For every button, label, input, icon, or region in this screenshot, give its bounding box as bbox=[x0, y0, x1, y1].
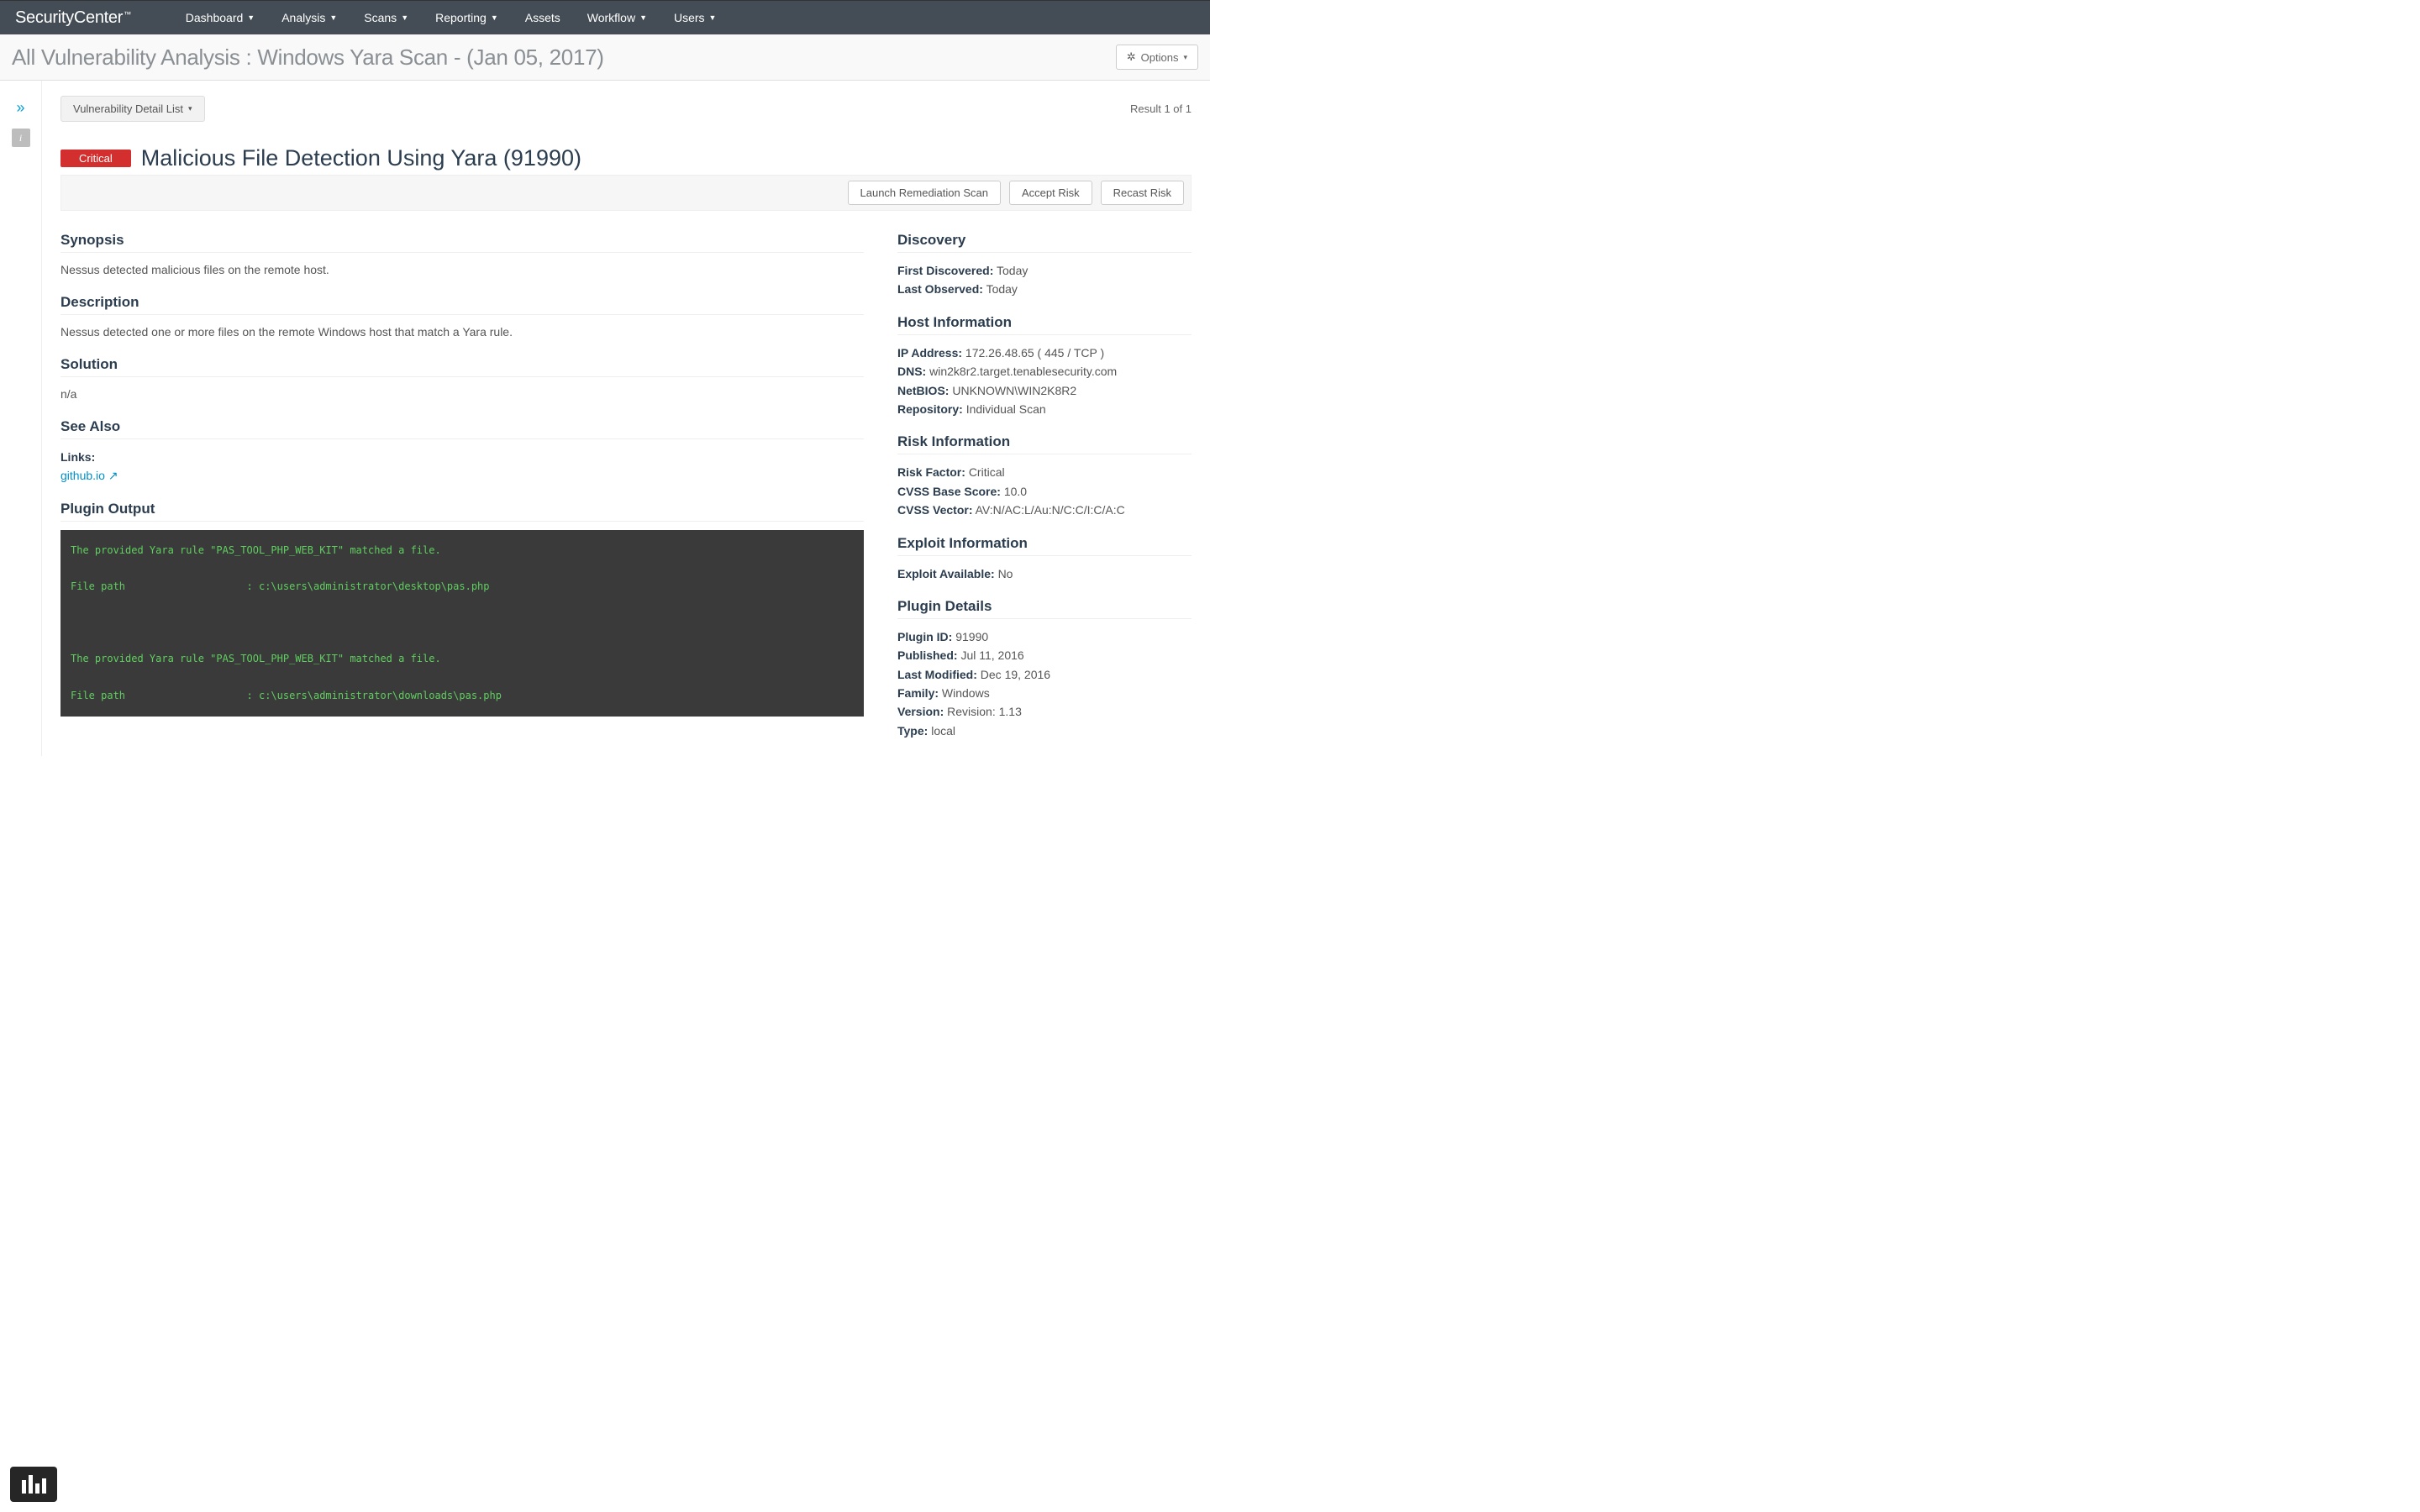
description-heading: Description bbox=[60, 294, 864, 315]
nav-workflow[interactable]: Workflow▼ bbox=[574, 11, 660, 24]
see-also-links: Links: github.io ↗ bbox=[60, 448, 864, 486]
host-info: IP Address: 172.26.48.65 ( 445 / TCP ) D… bbox=[897, 344, 1192, 419]
exploit-info-heading: Exploit Information bbox=[897, 535, 1192, 556]
nav-users[interactable]: Users▼ bbox=[660, 11, 729, 24]
chevron-down-icon: ▾ bbox=[188, 104, 192, 113]
synopsis-text: Nessus detected malicious files on the r… bbox=[60, 261, 864, 279]
chevron-down-icon: ▼ bbox=[709, 13, 717, 22]
plugin-output-heading: Plugin Output bbox=[60, 501, 864, 522]
top-nav: SecurityCenter™ Dashboard▼ Analysis▼ Sca… bbox=[0, 0, 1210, 34]
detail-right-column: Discovery First Discovered: Today Last O… bbox=[897, 232, 1192, 740]
chevron-down-icon: ▼ bbox=[639, 13, 647, 22]
nav-reporting[interactable]: Reporting▼ bbox=[422, 11, 512, 24]
main-area: » i Vulnerability Detail List ▾ Result 1… bbox=[0, 81, 1210, 756]
content: Vulnerability Detail List ▾ Result 1 of … bbox=[42, 81, 1210, 756]
solution-text: n/a bbox=[60, 386, 864, 403]
chevron-down-icon: ▼ bbox=[401, 13, 408, 22]
action-bar: Launch Remediation Scan Accept Risk Reca… bbox=[60, 176, 1192, 211]
bar-chart-icon bbox=[21, 1475, 46, 1494]
bottom-left-widget[interactable] bbox=[10, 1467, 57, 1502]
discovery-info: First Discovered: Today Last Observed: T… bbox=[897, 261, 1192, 299]
vulnerability-header: Critical Malicious File Detection Using … bbox=[60, 145, 1192, 176]
risk-info: Risk Factor: Critical CVSS Base Score: 1… bbox=[897, 463, 1192, 519]
nav-analysis[interactable]: Analysis▼ bbox=[268, 11, 350, 24]
launch-remediation-button[interactable]: Launch Remediation Scan bbox=[848, 181, 1002, 205]
toolbar-row: Vulnerability Detail List ▾ Result 1 of … bbox=[60, 96, 1192, 122]
external-link[interactable]: github.io ↗ bbox=[60, 469, 118, 482]
nav-assets[interactable]: Assets bbox=[512, 11, 574, 24]
plugin-details-heading: Plugin Details bbox=[897, 598, 1192, 619]
vulnerability-title: Malicious File Detection Using Yara (919… bbox=[141, 145, 581, 171]
nav-scans[interactable]: Scans▼ bbox=[350, 11, 422, 24]
chevron-down-icon: ▼ bbox=[329, 13, 337, 22]
page-title: All Vulnerability Analysis : Windows Yar… bbox=[12, 45, 604, 71]
see-also-heading: See Also bbox=[60, 418, 864, 439]
solution-heading: Solution bbox=[60, 356, 864, 377]
synopsis-heading: Synopsis bbox=[60, 232, 864, 253]
detail-left-column: Synopsis Nessus detected malicious files… bbox=[60, 232, 864, 740]
left-rail: » i bbox=[0, 81, 42, 756]
options-button[interactable]: ✲ Options ▾ bbox=[1116, 45, 1198, 70]
detail-columns: Synopsis Nessus detected malicious files… bbox=[60, 232, 1192, 740]
brand-logo: SecurityCenter™ bbox=[15, 8, 130, 28]
severity-badge: Critical bbox=[60, 150, 131, 167]
host-info-heading: Host Information bbox=[897, 314, 1192, 335]
recast-risk-button[interactable]: Recast Risk bbox=[1101, 181, 1184, 205]
exploit-info: Exploit Available: No bbox=[897, 564, 1192, 583]
expand-sidebar-icon[interactable]: » bbox=[16, 99, 24, 117]
external-link-icon: ↗ bbox=[108, 469, 118, 482]
chevron-down-icon: ▼ bbox=[247, 13, 255, 22]
view-selector[interactable]: Vulnerability Detail List ▾ bbox=[60, 96, 205, 122]
gear-icon: ✲ bbox=[1127, 50, 1136, 64]
info-icon[interactable]: i bbox=[12, 129, 30, 147]
page-title-bar: All Vulnerability Analysis : Windows Yar… bbox=[0, 34, 1210, 81]
nav-dashboard[interactable]: Dashboard▼ bbox=[172, 11, 268, 24]
accept-risk-button[interactable]: Accept Risk bbox=[1009, 181, 1092, 205]
result-count: Result 1 of 1 bbox=[1130, 102, 1192, 115]
plugin-output: The provided Yara rule "PAS_TOOL_PHP_WEB… bbox=[60, 530, 864, 717]
risk-info-heading: Risk Information bbox=[897, 433, 1192, 454]
discovery-heading: Discovery bbox=[897, 232, 1192, 253]
plugin-details: Plugin ID: 91990 Published: Jul 11, 2016… bbox=[897, 627, 1192, 740]
chevron-down-icon: ▼ bbox=[491, 13, 498, 22]
chevron-down-icon: ▾ bbox=[1183, 53, 1187, 62]
description-text: Nessus detected one or more files on the… bbox=[60, 323, 864, 341]
